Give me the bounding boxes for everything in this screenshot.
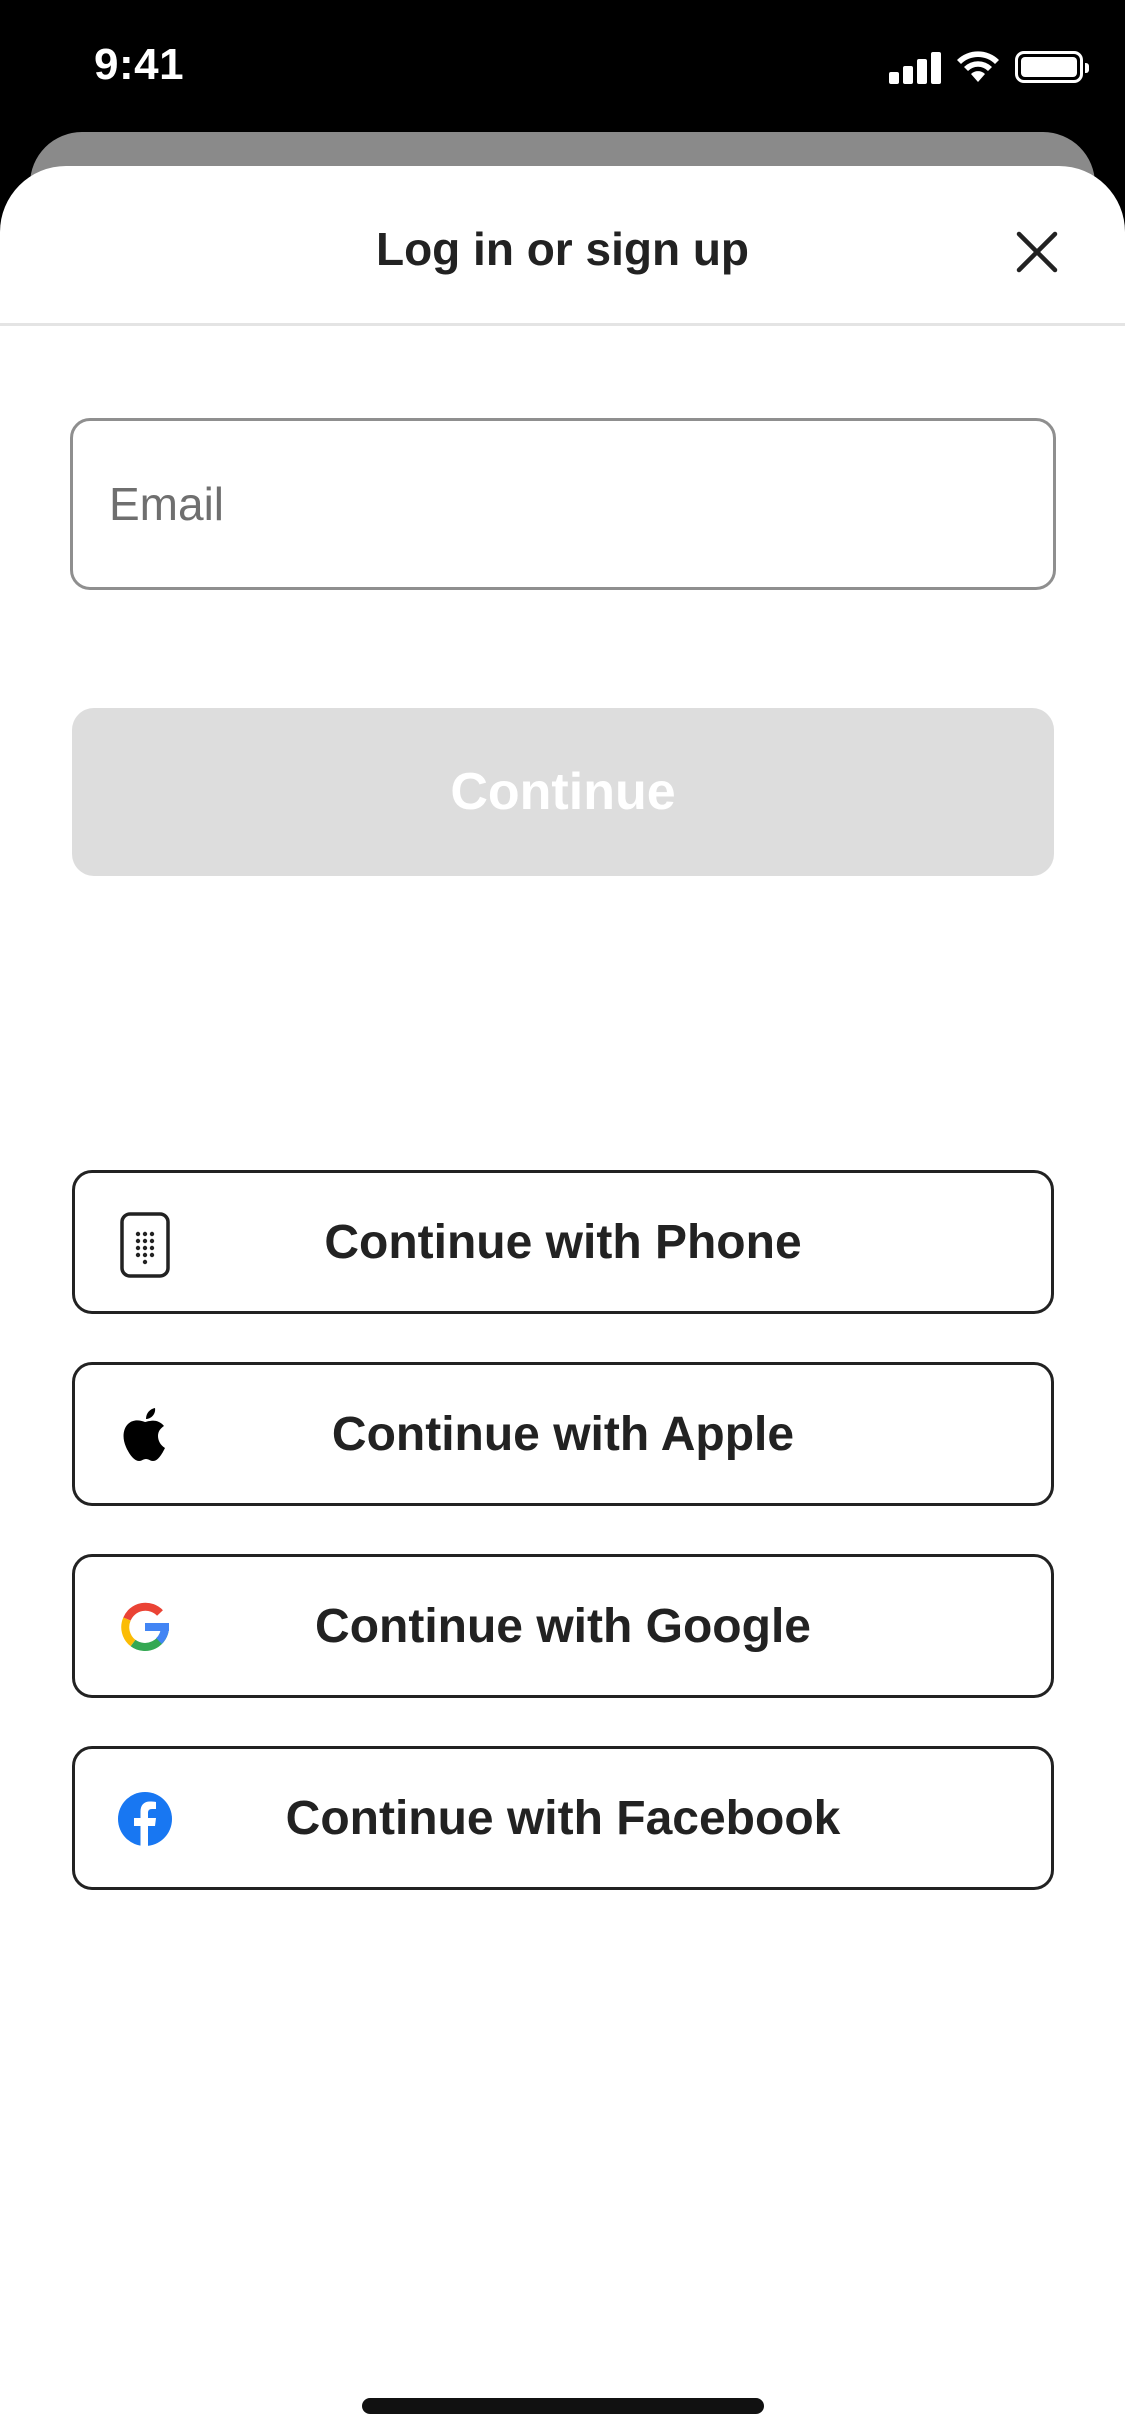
screen: 9:41 Log in or sign up Email Continue Co… — [0, 0, 1125, 2436]
cellular-signal-icon — [889, 50, 941, 84]
continue-with-phone-button[interactable]: Continue with Phone — [72, 1170, 1054, 1314]
email-input[interactable] — [109, 477, 1017, 531]
battery-icon — [1015, 51, 1089, 83]
status-icons — [889, 50, 1089, 84]
login-sheet: Log in or sign up Continue or — [0, 166, 1125, 2436]
status-time: 9:41 — [94, 40, 185, 89]
apple-button-label: Continue with Apple — [331, 1407, 795, 1461]
continue-with-google-button[interactable]: Continue with Google — [72, 1554, 1054, 1698]
sheet-header: Log in or sign up — [0, 166, 1125, 326]
facebook-button-label: Continue with Facebook — [285, 1791, 841, 1845]
google-icon — [117, 1599, 173, 1655]
continue-button[interactable]: Continue — [72, 708, 1054, 876]
close-icon[interactable] — [1009, 224, 1065, 280]
continue-with-facebook-button[interactable]: Continue with Facebook — [72, 1746, 1054, 1890]
phone-button-label: Continue with Phone — [324, 1215, 802, 1269]
status-bar: 9:41 — [0, 0, 1125, 135]
phone-icon — [117, 1212, 173, 1278]
facebook-icon — [117, 1791, 173, 1847]
continue-with-apple-button[interactable]: Continue with Apple — [72, 1362, 1054, 1506]
google-button-label: Continue with Google — [315, 1599, 811, 1653]
sheet-title: Log in or sign up — [375, 223, 750, 275]
email-field[interactable] — [70, 418, 1056, 590]
home-indicator — [362, 2398, 764, 2414]
apple-icon — [117, 1407, 173, 1463]
wifi-icon — [957, 51, 999, 82]
